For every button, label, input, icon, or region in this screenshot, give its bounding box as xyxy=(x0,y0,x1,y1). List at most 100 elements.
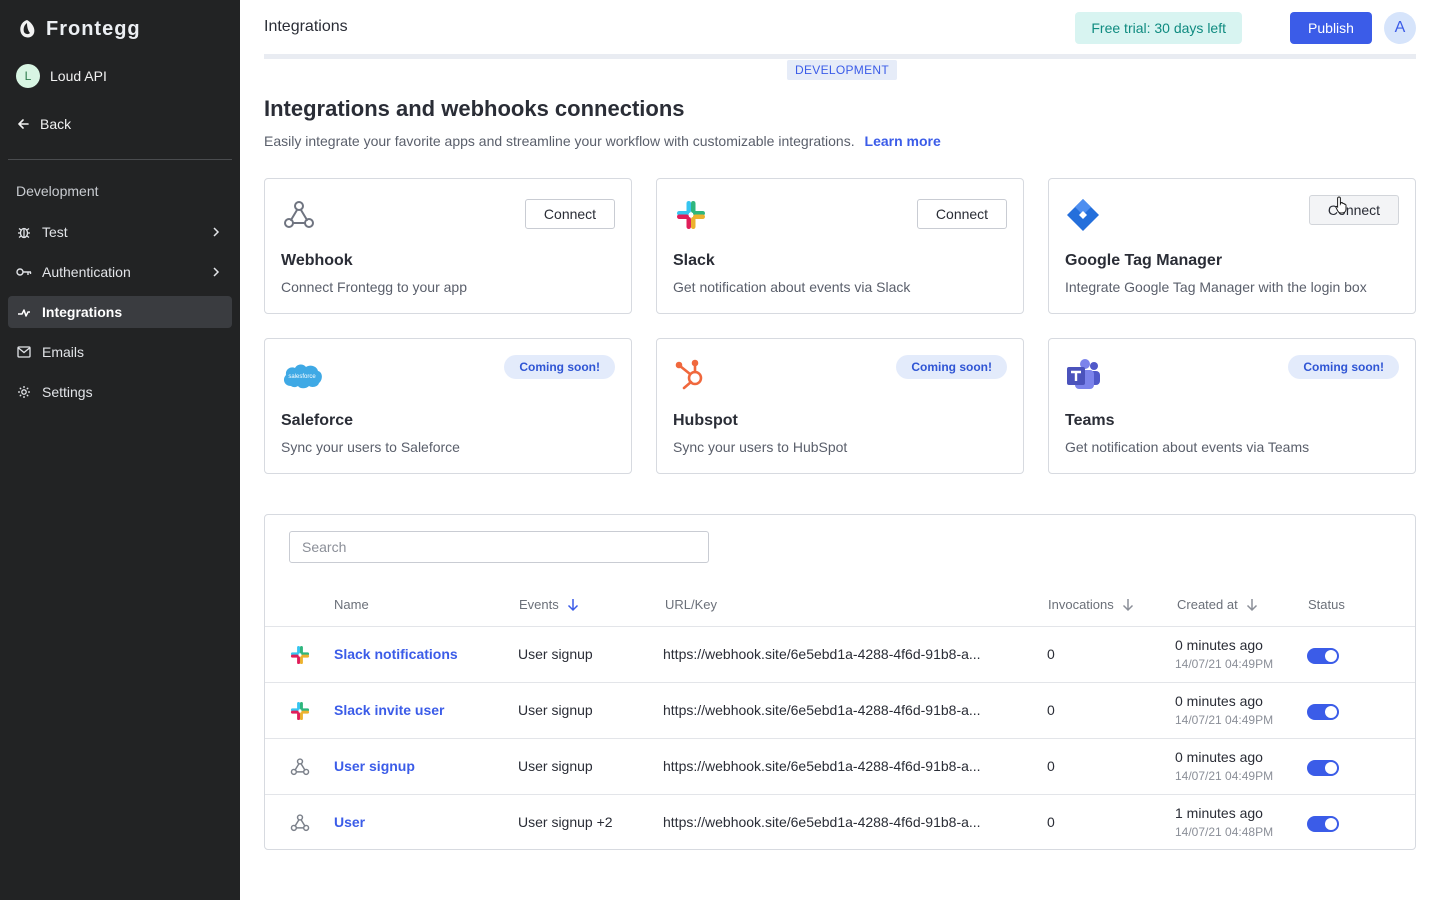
sidebar-nav: Test Authentication Integrations Emails xyxy=(8,216,232,416)
sidebar-divider xyxy=(8,159,232,160)
sidebar-item-integrations[interactable]: Integrations xyxy=(8,296,232,328)
description-text: Easily integrate your favorite apps and … xyxy=(264,133,855,149)
sidebar-item-emails[interactable]: Emails xyxy=(8,336,232,368)
row-invocations: 0 xyxy=(1047,758,1055,774)
row-url: https://webhook.site/6e5ebd1a-4288-4f6d-… xyxy=(663,646,981,662)
row-events: User signup xyxy=(518,758,593,774)
row-invocations: 0 xyxy=(1047,646,1055,662)
connect-button[interactable]: Connect xyxy=(1309,195,1399,225)
slack-icon xyxy=(290,701,310,721)
table-row[interactable]: Slack invite user User signup https://we… xyxy=(265,683,1415,739)
integration-card-salesforce: salesforce Coming soon! Saleforce Sync y… xyxy=(264,338,632,474)
column-header-name[interactable]: Name xyxy=(334,597,369,612)
sidebar-item-test[interactable]: Test xyxy=(8,216,232,248)
row-invocations: 0 xyxy=(1047,814,1055,830)
table-row[interactable]: User User signup +2 https://webhook.site… xyxy=(265,795,1415,851)
mail-icon xyxy=(16,344,32,360)
webhook-icon xyxy=(281,197,317,233)
user-avatar[interactable]: A xyxy=(1384,12,1416,44)
back-label: Back xyxy=(40,116,72,132)
publish-button[interactable]: Publish xyxy=(1290,12,1372,44)
column-header-invocations[interactable]: Invocations xyxy=(1048,597,1134,612)
learn-more-link[interactable]: Learn more xyxy=(865,133,941,149)
section-heading: Integrations and webhooks connections xyxy=(264,96,685,121)
row-url: https://webhook.site/6e5ebd1a-4288-4f6d-… xyxy=(663,702,981,718)
back-button[interactable]: Back xyxy=(16,116,71,132)
chevron-right-icon xyxy=(213,227,220,237)
column-header-url[interactable]: URL/Key xyxy=(665,597,717,612)
card-description: Sync your users to Saleforce xyxy=(281,439,460,455)
column-header-status: Status xyxy=(1308,597,1345,612)
status-toggle[interactable] xyxy=(1307,816,1339,832)
card-description: Get notification about events via Slack xyxy=(673,279,911,295)
connect-button[interactable]: Connect xyxy=(917,199,1007,229)
row-events: User signup +2 xyxy=(518,814,613,830)
sidebar-item-label: Settings xyxy=(42,384,93,400)
created-relative: 0 minutes ago xyxy=(1175,693,1263,709)
sidebar: Frontegg L Loud API Back Development Tes… xyxy=(0,0,240,900)
row-events: User signup xyxy=(518,702,593,718)
connect-button[interactable]: Connect xyxy=(525,199,615,229)
sidebar-item-settings[interactable]: Settings xyxy=(8,376,232,408)
card-title: Hubspot xyxy=(673,412,738,429)
pointer-cursor-icon xyxy=(1335,196,1347,214)
created-relative: 0 minutes ago xyxy=(1175,749,1263,765)
integration-card-webhook: Connect Webhook Connect Frontegg to your… xyxy=(264,178,632,314)
row-url: https://webhook.site/6e5ebd1a-4288-4f6d-… xyxy=(663,814,981,830)
integration-card-teams: Coming soon! Teams Get notification abou… xyxy=(1048,338,1416,474)
sidebar-item-label: Emails xyxy=(42,344,85,360)
row-name-link[interactable]: User signup xyxy=(334,758,415,774)
row-invocations: 0 xyxy=(1047,702,1055,718)
row-name-link[interactable]: User xyxy=(334,814,365,830)
card-description: Sync your users to HubSpot xyxy=(673,439,848,455)
workspace-avatar: L xyxy=(16,64,40,88)
created-timestamp: 14/07/21 04:48PM xyxy=(1175,825,1274,839)
coming-soon-badge: Coming soon! xyxy=(896,355,1007,379)
created-timestamp: 14/07/21 04:49PM xyxy=(1175,713,1274,727)
sidebar-section-label: Development xyxy=(16,183,99,199)
page-title: Integrations xyxy=(264,18,348,35)
card-title: Google Tag Manager xyxy=(1065,252,1223,269)
column-header-created[interactable]: Created at xyxy=(1177,597,1258,612)
webhook-icon xyxy=(290,814,310,832)
card-title: Webhook xyxy=(281,252,353,269)
status-toggle[interactable] xyxy=(1307,648,1339,664)
logo[interactable]: Frontegg xyxy=(16,16,141,42)
key-icon xyxy=(16,264,32,280)
google-tag-manager-icon xyxy=(1065,197,1101,233)
row-created-at: 0 minutes ago 14/07/21 04:49PM xyxy=(1175,637,1273,671)
column-label: Created at xyxy=(1177,597,1238,612)
card-description: Integrate Google Tag Manager with the lo… xyxy=(1065,279,1367,295)
status-toggle[interactable] xyxy=(1307,704,1339,720)
column-header-events[interactable]: Events xyxy=(519,597,579,612)
sidebar-item-label: Test xyxy=(42,224,68,240)
table-row[interactable]: Slack notifications User signup https://… xyxy=(265,627,1415,683)
workspace-name: Loud API xyxy=(50,68,107,84)
webhook-icon xyxy=(290,758,310,776)
workspace-selector[interactable]: L Loud API xyxy=(16,64,107,88)
card-description: Get notification about events via Teams xyxy=(1065,439,1310,455)
salesforce-logo-text: salesforce xyxy=(288,374,316,380)
status-toggle[interactable] xyxy=(1307,760,1339,776)
row-name-link[interactable]: Slack notifications xyxy=(334,646,458,662)
trial-badge[interactable]: Free trial: 30 days left xyxy=(1075,12,1242,44)
integrations-table: Name Events URL/Key Invocations Created … xyxy=(264,514,1416,850)
integration-card-hubspot: Coming soon! Hubspot Sync your users to … xyxy=(656,338,1024,474)
teams-icon xyxy=(1065,357,1101,393)
frontegg-logo-icon xyxy=(20,20,35,38)
slack-icon xyxy=(673,197,709,233)
chevron-right-icon xyxy=(213,267,220,277)
coming-soon-badge: Coming soon! xyxy=(504,355,615,379)
row-name-link[interactable]: Slack invite user xyxy=(334,702,445,718)
slack-icon xyxy=(290,645,310,665)
row-events: User signup xyxy=(518,646,593,662)
column-label: Invocations xyxy=(1048,597,1114,612)
search-input[interactable] xyxy=(289,531,709,563)
table-row[interactable]: User signup User signup https://webhook.… xyxy=(265,739,1415,795)
sidebar-item-label: Integrations xyxy=(42,304,123,320)
gear-icon xyxy=(16,384,32,400)
row-created-at: 0 minutes ago 14/07/21 04:49PM xyxy=(1175,749,1273,783)
brand-name: Frontegg xyxy=(46,17,141,40)
sidebar-item-authentication[interactable]: Authentication xyxy=(8,256,232,288)
integrations-icon xyxy=(16,304,32,320)
